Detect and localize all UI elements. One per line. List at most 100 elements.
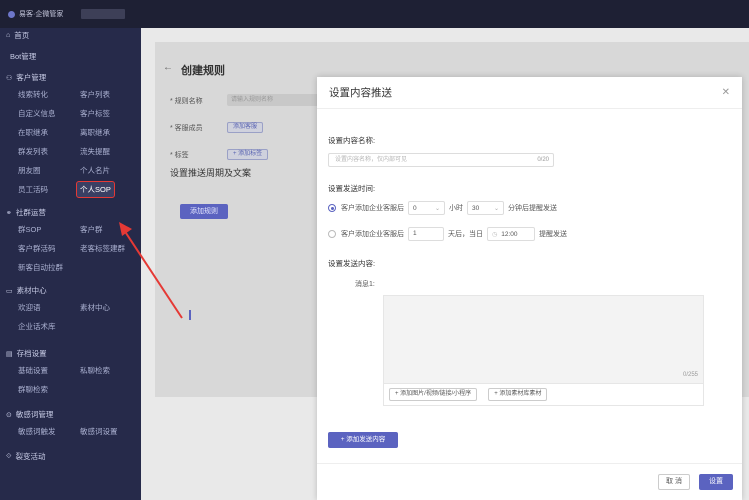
content-name-input[interactable]: 设置内容名称，仅内部可见 0/20 [328,153,554,167]
sidebar-item[interactable]: 群聊检索 [0,384,70,395]
option-text: 客户添加企业客服后 [341,231,404,238]
message-label: 消息1: [355,281,375,288]
close-icon[interactable]: ✕ [722,87,730,98]
warning-icon: ⊙ [6,411,12,419]
sidebar-item[interactable]: 欢迎语 [0,302,70,313]
sidebar-group-archive[interactable]: ▤ 存档设置 [0,346,141,361]
sidebar-item[interactable]: 企业话术库 [0,321,70,332]
time-picker[interactable]: ◷ 12:00 [487,227,535,241]
message-textarea[interactable]: 0/255 [383,295,704,384]
sidebar-group-label: 素材中心 [16,286,47,295]
content-name-placeholder: 设置内容名称，仅内部可见 [335,157,408,163]
group-icon: ⚭ [6,209,12,217]
content-name-label: 设置内容名称: [328,136,376,145]
sidebar-item-bot[interactable]: Bot管理 [0,46,141,66]
sidebar-group-fission[interactable]: ⟐ 裂变活动 [0,449,141,464]
logo-icon [8,10,15,18]
send-option-daily[interactable]: 客户添加企业客服后 1 天后，当日 ◷ 12:00 提醒发送 [328,226,567,242]
staff-label: * 客服成员 [170,125,203,132]
user-menu[interactable] [81,9,126,19]
sidebar-item[interactable]: 老客标签建群 [70,243,140,254]
sidebar-item-label: 首页 [14,31,30,40]
sidebar-item[interactable]: 客户标签 [70,108,140,119]
progress-marker [189,310,191,320]
sidebar-group-label: 客户管理 [16,73,47,82]
sidebar-item[interactable]: 私聊检索 [70,365,140,376]
option-suffix: 提醒发送 [539,231,567,238]
confirm-button[interactable]: 设置 [699,474,733,490]
sidebar-item[interactable]: 流失提醒 [70,146,140,157]
archive-icon: ▤ [6,350,13,358]
option-middle: 天后，当日 [448,231,483,238]
page-title: 创建规则 [181,65,225,77]
hour-unit: 小时 [449,205,463,212]
add-media-button[interactable]: + 添加图片/视频/链接/小程序 [389,388,478,401]
cancel-button[interactable]: 取 消 [658,474,690,490]
add-content-button[interactable]: + 添加发送内容 [328,432,398,448]
modal-title: 设置内容推送 [329,87,392,99]
sidebar-item[interactable]: 员工活码 [0,184,70,195]
chevron-down-icon: ⌄ [493,205,499,212]
send-content-label: 设置发送内容: [328,259,376,268]
modal-footer: 取 消 设置 [317,463,742,500]
rule-name-label: * 规则名称 [170,98,203,105]
sidebar-item[interactable]: 朋友圈 [0,165,70,176]
sidebar-group-customer[interactable]: ⚇ 客户管理 [0,70,141,85]
app-logo[interactable]: 易客·企微管家 [8,9,63,19]
sidebar-item[interactable]: 客户群 [70,224,140,235]
content-push-modal: 设置内容推送 ✕ 设置内容名称: 设置内容名称，仅内部可见 0/20 设置发送时… [317,77,742,500]
sidebar-item[interactable]: 线索转化 [0,89,70,100]
option-suffix: 分钟后提醒发送 [508,205,557,212]
hours-select[interactable]: 0 ⌄ [408,201,445,215]
minutes-select[interactable]: 30 ⌄ [467,201,504,215]
sidebar-item-personal-sop[interactable]: 个人SOP [76,181,115,198]
sidebar-group-materials[interactable]: ▭ 素材中心 [0,283,141,298]
send-option-relative[interactable]: 客户添加企业客服后 0 ⌄ 小时 30 ⌄ 分钟后提醒发送 [328,200,557,216]
add-tag-button[interactable]: + 添加标签 [227,149,269,160]
sidebar-item[interactable]: 基础设置 [0,365,70,376]
sidebar-group-sensitive[interactable]: ⊙ 敏感词管理 [0,407,141,422]
sidebar-item[interactable]: 群发列表 [0,146,70,157]
add-staff-button[interactable]: 添加客服 [227,122,264,133]
home-icon: ⌂ [6,32,11,39]
days-input[interactable]: 1 [408,227,444,241]
sidebar-item[interactable]: 个人名片 [70,165,140,176]
sidebar-item-home[interactable]: ⌂ 首页 [0,28,141,43]
sidebar-item[interactable]: 自定义信息 [0,108,70,119]
radio-unselected-icon[interactable] [328,230,336,238]
sidebar-item[interactable]: 客户列表 [70,89,140,100]
back-arrow-icon[interactable]: ← [163,62,173,73]
folder-icon: ▭ [6,287,13,295]
sidebar-item[interactable]: 群SOP [0,224,70,235]
add-rule-button[interactable]: 添加规则 [180,204,228,219]
message-toolbar: + 添加图片/视频/链接/小程序 + 添加素材库素材 [383,384,704,406]
sidebar-group-label: 裂变活动 [15,452,46,461]
rule-name-input[interactable]: 请输入规则名称 [227,94,327,106]
sidebar-item[interactable]: 敏感词设置 [70,426,140,437]
sidebar-item[interactable]: 在职继承 [0,127,70,138]
minutes-value: 30 [472,204,480,212]
chevron-down-icon: ⌄ [434,205,440,212]
hours-value: 0 [413,204,417,212]
clock-icon: ◷ [492,231,498,238]
sidebar-item[interactable]: 客户群活码 [0,243,70,254]
app-name: 易客·企微管家 [19,11,64,18]
top-bar: 易客·企微管家 [0,0,749,28]
tag-label: * 标签 [170,152,189,159]
section-title: 设置推送周期及文案 [170,168,252,178]
sidebar-group-label: 存档设置 [16,349,47,358]
sidebar-item-label: Bot管理 [10,51,37,61]
sidebar: ⌂ 首页 Bot管理 ⚇ 客户管理 线索转化 客户列表 自定义信息 客户标签 在职继… [0,28,141,500]
share-icon: ⟐ [6,452,12,460]
send-time-label: 设置发送时间: [328,184,376,193]
sidebar-group-label: 社群运营 [15,208,46,217]
sidebar-item[interactable]: 离职继承 [70,127,140,138]
radio-selected-icon[interactable] [328,204,336,212]
add-material-button[interactable]: + 添加素材库素材 [488,388,548,401]
sidebar-item[interactable]: 敏感词触发 [0,426,70,437]
sidebar-item[interactable]: 素材中心 [70,302,140,313]
sidebar-group-community[interactable]: ⚭ 社群运营 [0,205,141,220]
message-count: 0/255 [682,372,698,378]
sidebar-group-label: 敏感词管理 [15,410,54,419]
sidebar-item[interactable]: 新客自动拉群 [0,262,70,273]
